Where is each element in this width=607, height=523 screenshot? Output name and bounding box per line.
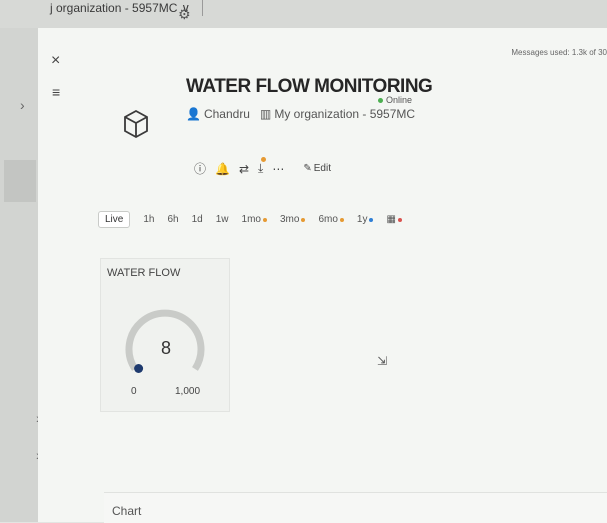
premium-dot (301, 217, 306, 222)
notification-dot (261, 157, 267, 162)
online-dot-icon (378, 97, 383, 103)
premium-dot (339, 217, 344, 222)
cube-icon (123, 109, 149, 144)
gauge-indicator (134, 364, 144, 373)
gauge (125, 309, 205, 373)
time-range-selector: Live 1h 6h 1d 1w 1mo 3mo 6mo 1y ▦ (98, 211, 402, 228)
premium-dot (369, 217, 374, 222)
device-actions: ⓘ 🔔 ⇄ ⤓ ⋯ ✎ Edit (194, 157, 331, 177)
device-meta: 👤 Chandru ▥ My organization - 5957MC (186, 107, 415, 121)
gauge-value: 8 (161, 338, 172, 358)
range-live[interactable]: Live (98, 211, 131, 228)
more-icon[interactable]: ⋯ (272, 162, 284, 176)
chart-section-title: Chart (112, 504, 142, 518)
gauge-max-label: 1,000 (175, 386, 201, 397)
chevron-right-icon[interactable]: › (20, 97, 25, 113)
left-rail: › › › (0, 28, 41, 522)
range-6h[interactable]: 6h (167, 214, 178, 225)
range-3mo[interactable]: 3mo (279, 214, 306, 225)
range-1w[interactable]: 1w (216, 214, 229, 225)
user-icon: 👤 (186, 107, 201, 121)
range-1mo-label: 1mo (241, 214, 261, 225)
range-custom[interactable]: ▦ (386, 214, 402, 225)
status-text: Online (386, 95, 413, 105)
owner-name: Chandru (203, 107, 250, 121)
gauge-min-label: 0 (131, 386, 137, 397)
edit-button[interactable]: ✎ Edit (303, 163, 331, 174)
range-1h[interactable]: 1h (143, 214, 154, 225)
cursor-icon: ⇲ (377, 354, 388, 368)
bell-icon[interactable]: 🔔 (215, 162, 230, 176)
messages-used-text: Messages used: 1.3k of 30 (511, 48, 607, 57)
chart-section[interactable]: Chart (104, 492, 607, 523)
share-icon[interactable]: ⇄ (239, 162, 249, 176)
info-icon[interactable]: ⓘ (194, 160, 206, 177)
organization-label: j organization - 5957MC (50, 1, 178, 15)
organization-info[interactable]: ▥ My organization - 5957MC (260, 107, 415, 121)
premium-dot (397, 217, 402, 222)
range-1y-label: 1y (356, 214, 368, 225)
range-1y[interactable]: 1y (357, 214, 374, 225)
status-badge: Online (378, 95, 412, 105)
building-icon: ▥ (259, 107, 272, 121)
range-1mo[interactable]: 1mo (242, 214, 267, 225)
owner-info[interactable]: 👤 Chandru (186, 107, 250, 121)
divider (202, 0, 204, 16)
top-bar: j organization - 5957MC ∨ ⚙ (0, 0, 607, 28)
premium-dot (262, 217, 267, 222)
edit-label: Edit (313, 163, 331, 174)
range-6mo-label: 6mo (318, 214, 338, 225)
gear-icon[interactable]: ⚙ (178, 6, 191, 23)
calendar-icon: ▦ (386, 214, 396, 225)
range-6mo[interactable]: 6mo (318, 214, 344, 225)
close-icon[interactable]: × (51, 52, 60, 70)
download-icon[interactable]: ⤓ (258, 157, 267, 176)
water-flow-widget[interactable]: WATER FLOW 8 0 1,000 (100, 258, 230, 412)
menu-icon[interactable]: ≡ (52, 84, 60, 100)
range-3mo-label: 3mo (279, 214, 300, 225)
edit-icon: ✎ (303, 163, 312, 174)
organization-name: My organization - 5957MC (274, 107, 416, 121)
range-1d[interactable]: 1d (192, 214, 203, 225)
rail-block (4, 160, 36, 202)
